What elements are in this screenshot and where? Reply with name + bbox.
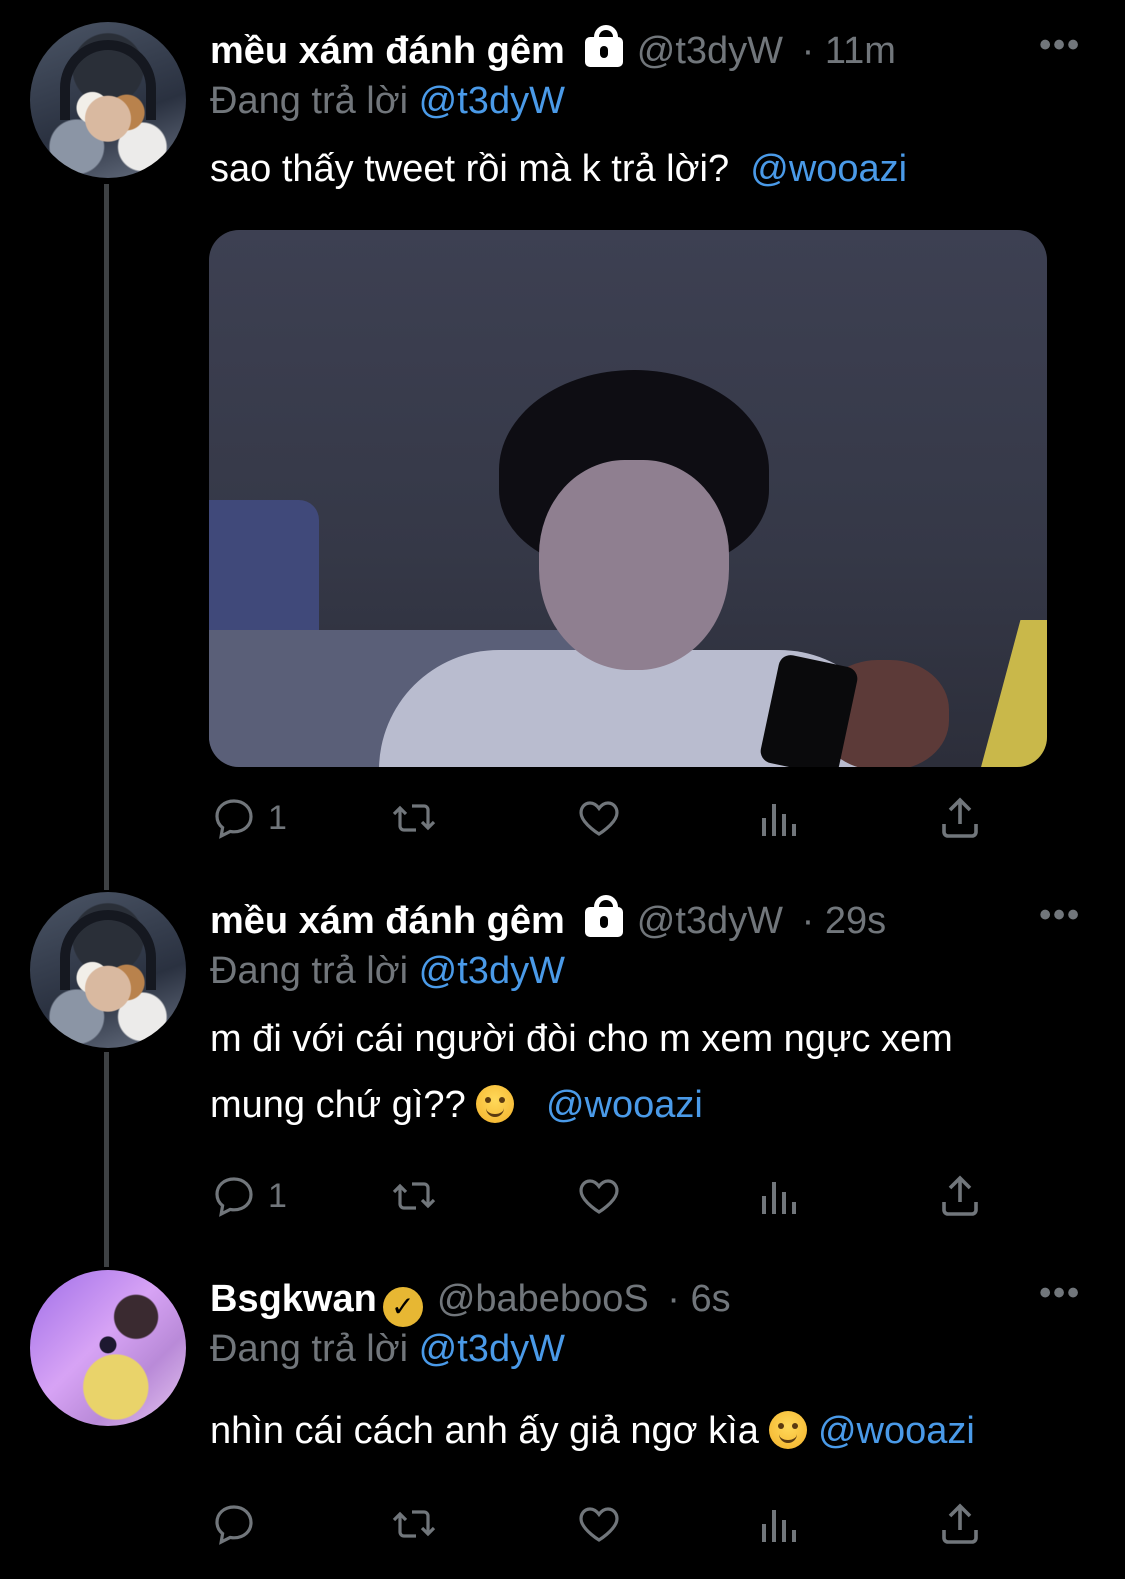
smiling-face-icon — [769, 1411, 808, 1449]
smirking-face-icon — [476, 1085, 515, 1123]
photo-face — [539, 460, 729, 670]
tweet-text: m đi với cái người đòi cho m xem ngực xe… — [210, 1006, 1090, 1138]
retweet-button[interactable] — [390, 788, 438, 848]
tweet-text-content: nhìn cái cách anh ấy giả ngơ kìa — [210, 1410, 759, 1452]
replying-label: Đang trả lời — [210, 950, 409, 992]
like-button[interactable] — [575, 1166, 623, 1226]
reply-icon — [215, 1177, 253, 1217]
avatar[interactable] — [30, 22, 186, 178]
reply-icon — [215, 799, 253, 839]
share-icon — [942, 797, 978, 838]
views-icon — [762, 804, 796, 836]
timestamp[interactable]: · 11m — [802, 30, 896, 72]
tweet-text: sao thấy tweet rồi mà k trả lời? @wooazi — [210, 136, 1090, 202]
tweet-header: mều xám đánh gêm @t3dyW · 11m — [210, 25, 896, 73]
handle[interactable]: @babebooS — [437, 1278, 649, 1320]
like-button[interactable] — [575, 1494, 623, 1554]
replying-mention[interactable]: @t3dyW — [419, 1328, 565, 1370]
reply-icon — [215, 1505, 253, 1545]
more-icon[interactable]: ••• — [1039, 896, 1081, 935]
replying-mention[interactable]: @t3dyW — [419, 80, 565, 122]
verified-icon: ✓ — [382, 1287, 423, 1327]
replying-to: Đang trả lời @t3dyW — [210, 950, 565, 993]
replying-label: Đang trả lời — [210, 80, 409, 122]
photo-yellow-object — [977, 620, 1047, 767]
tweet-text-line2: mung chứ gì?? — [210, 1084, 466, 1126]
lock-icon — [584, 25, 623, 67]
tweet-header: Bsgkwan ✓ @babebooS · 6s — [210, 1278, 731, 1327]
share-button[interactable] — [936, 1166, 984, 1226]
action-bar — [0, 1494, 1125, 1554]
tweet-header: mều xám đánh gêm @t3dyW · 29s — [210, 895, 886, 943]
tweet-mention[interactable]: @wooazi — [750, 148, 907, 190]
headset-graphic — [60, 40, 156, 120]
tweet-text-line2-row: mung chứ gì?? @wooazi — [210, 1072, 1090, 1138]
views-icon — [762, 1182, 796, 1214]
display-name[interactable]: mều xám đánh gêm — [210, 30, 565, 72]
reply-button[interactable]: 1 — [210, 1166, 287, 1226]
like-button[interactable] — [575, 788, 623, 848]
views-button[interactable] — [756, 1166, 804, 1226]
retweet-icon — [392, 1510, 436, 1538]
like-icon — [579, 801, 619, 836]
more-icon[interactable]: ••• — [1039, 1274, 1081, 1313]
views-icon — [762, 1510, 796, 1542]
action-bar: 1 — [0, 788, 1125, 848]
retweet-button[interactable] — [390, 1166, 438, 1226]
views-button[interactable] — [756, 1494, 804, 1554]
thread-line — [104, 184, 109, 890]
share-button[interactable] — [936, 788, 984, 848]
avatar[interactable] — [30, 1270, 186, 1426]
share-button[interactable] — [936, 1494, 984, 1554]
like-icon — [579, 1507, 619, 1542]
display-name[interactable]: mều xám đánh gêm — [210, 900, 565, 942]
avatar[interactable] — [30, 892, 186, 1048]
timestamp[interactable]: · 6s — [667, 1278, 730, 1320]
share-icon — [942, 1503, 978, 1544]
tweet-text-line1: m đi với cái người đòi cho m xem ngực xe… — [210, 1018, 953, 1060]
replying-to: Đang trả lời @t3dyW — [210, 80, 565, 123]
retweet-icon — [392, 804, 436, 832]
tweet-text: nhìn cái cách anh ấy giả ngơ kìa @wooazi — [210, 1398, 1110, 1464]
handle[interactable]: @t3dyW — [637, 900, 783, 942]
display-name[interactable]: Bsgkwan — [210, 1278, 377, 1320]
more-icon[interactable]: ••• — [1039, 26, 1081, 65]
reply-button[interactable]: 1 — [210, 788, 287, 848]
lock-icon — [584, 895, 623, 937]
tweet-mention[interactable]: @wooazi — [818, 1410, 975, 1452]
thread-line — [104, 1052, 109, 1267]
reply-count: 1 — [268, 798, 287, 837]
like-icon — [579, 1179, 619, 1214]
action-bar: 1 — [0, 1166, 1125, 1226]
tweet-mention[interactable]: @wooazi — [546, 1084, 703, 1126]
handle[interactable]: @t3dyW — [637, 30, 783, 72]
views-button[interactable] — [756, 788, 804, 848]
reply-count: 1 — [268, 1176, 287, 1215]
retweet-button[interactable] — [390, 1494, 438, 1554]
replying-to: Đang trả lời @t3dyW — [210, 1328, 565, 1371]
retweet-icon — [392, 1182, 436, 1210]
timestamp[interactable]: · 29s — [802, 900, 886, 942]
replying-label: Đang trả lời — [210, 1328, 409, 1370]
reply-button[interactable] — [210, 1494, 258, 1554]
tweet-photo[interactable] — [209, 230, 1047, 767]
tweet-text-content: sao thấy tweet rồi mà k trả lời? — [210, 148, 730, 190]
replying-mention[interactable]: @t3dyW — [419, 950, 565, 992]
share-icon — [942, 1175, 978, 1216]
headset-graphic — [60, 910, 156, 990]
